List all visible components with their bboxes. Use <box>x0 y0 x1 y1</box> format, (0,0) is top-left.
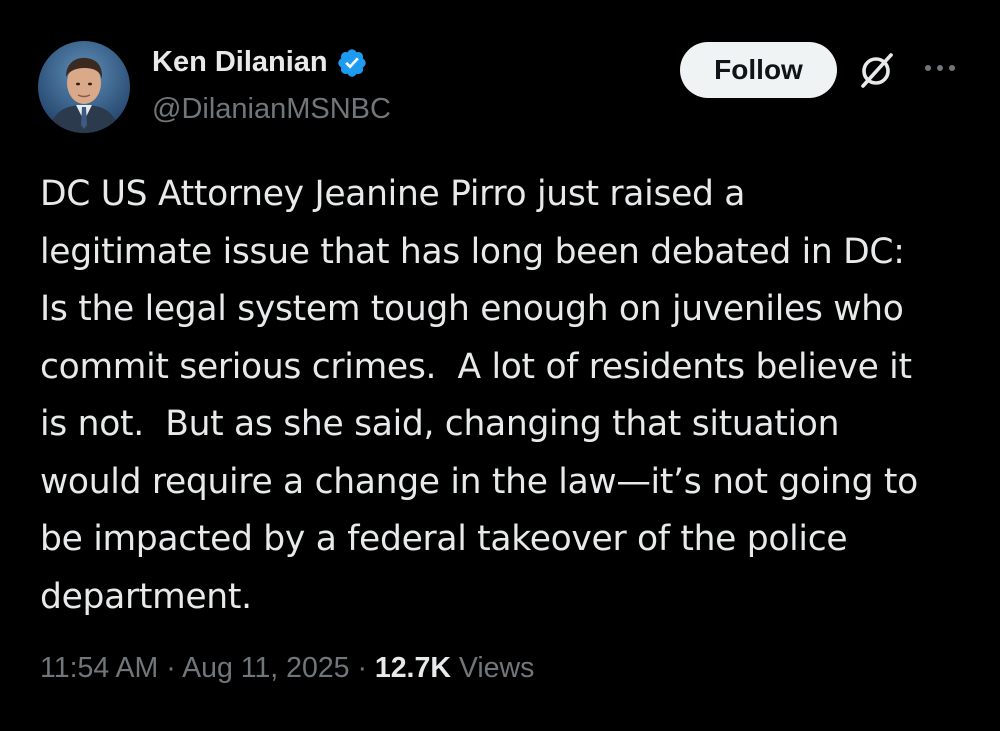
more-icon[interactable] <box>920 56 960 80</box>
meta-separator: · <box>349 652 375 684</box>
tweet-timestamp[interactable]: 11:54 AM · Aug 11, 2025 <box>40 652 350 684</box>
tweet-metadata: 11:54 AM · Aug 11, 2025 · 12.7K Views <box>40 652 534 685</box>
avatar[interactable] <box>38 41 130 133</box>
author-handle[interactable]: @DilanianMSNBC <box>152 93 391 126</box>
avatar-image <box>38 41 130 133</box>
tweet-text: DC US Attorney Jeanine Pirro just raised… <box>40 174 918 617</box>
author-name[interactable]: Ken Dilanian <box>152 46 368 79</box>
follow-button[interactable]: Follow <box>680 42 837 98</box>
grok-icon[interactable] <box>858 50 896 90</box>
tweet-date: Aug 11, 2025 <box>182 652 350 684</box>
tweet-time: 11:54 AM <box>40 652 159 684</box>
meta-separator: · <box>158 652 183 684</box>
author-name-text: Ken Dilanian <box>152 46 328 78</box>
views-link[interactable]: 12.7K Views <box>375 652 535 684</box>
verified-badge-icon[interactable] <box>336 47 368 79</box>
views-count: 12.7K <box>374 652 451 684</box>
tweet-card: Ken Dilanian @DilanianMSNBC Follow DC US… <box>0 0 1000 731</box>
views-label: Views <box>450 652 535 684</box>
